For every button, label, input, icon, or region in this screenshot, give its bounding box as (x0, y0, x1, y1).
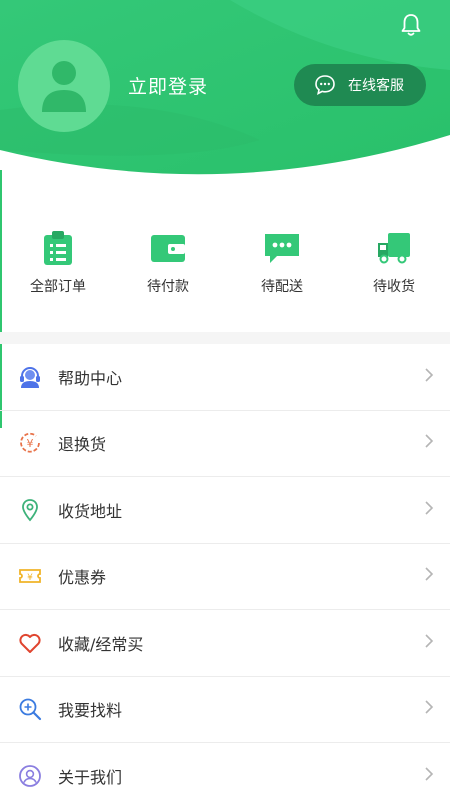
zoom-search-icon (18, 697, 42, 721)
chevron-right-icon (424, 433, 434, 453)
online-service-button[interactable]: 在线客服 (294, 64, 426, 106)
user-circle-icon (18, 764, 42, 788)
default-user-icon (42, 61, 86, 112)
chevron-right-icon (424, 500, 434, 520)
wallet-icon (148, 228, 188, 268)
chevron-right-icon (424, 566, 434, 586)
menu-item-label: 优惠券 (58, 568, 107, 588)
chevron-right-icon (424, 367, 434, 387)
chevron-right-icon (424, 766, 434, 786)
avatar[interactable] (18, 40, 110, 132)
login-link[interactable]: 立即登录 (128, 72, 208, 99)
heart-icon (18, 631, 42, 655)
order-all-label: 全部订单 (30, 279, 86, 295)
menu-list: 帮助中心 ¥ 退换货 收货地址 ¥ 优惠券 收藏/经常买 我要找料 关于我们 (0, 344, 450, 800)
menu-item-find-materials[interactable]: 我要找料 (0, 677, 450, 743)
section-divider (0, 332, 450, 344)
location-pin-icon (18, 498, 42, 522)
truck-icon (374, 228, 414, 268)
order-pending-receipt-label: 待收货 (373, 279, 415, 295)
svg-text:¥: ¥ (27, 573, 33, 583)
chat-bubble-icon (315, 75, 335, 96)
chat-dots-icon (262, 228, 302, 268)
order-pending-delivery-label: 待配送 (261, 279, 303, 295)
menu-item-shipping-address[interactable]: 收货地址 (0, 477, 450, 544)
menu-item-returns[interactable]: ¥ 退换货 (0, 411, 450, 477)
order-all-button[interactable]: 全部订单 (2, 228, 114, 296)
order-pending-payment-button[interactable]: 待付款 (112, 228, 224, 296)
profile-header: 立即登录 在线客服 (0, 0, 450, 175)
headset-icon (18, 365, 42, 389)
chevron-right-icon (424, 699, 434, 719)
yuan-exchange-icon: ¥ (18, 431, 42, 455)
menu-item-help-center[interactable]: 帮助中心 (0, 344, 450, 411)
order-pending-payment-label: 待付款 (147, 279, 189, 295)
menu-item-label: 退换货 (58, 435, 107, 455)
menu-item-about-us[interactable]: 关于我们 (0, 743, 450, 800)
online-service-label: 在线客服 (348, 78, 404, 94)
coupon-icon: ¥ (18, 564, 42, 588)
order-shortcuts: 全部订单 待付款 待配送 待收货 (0, 228, 450, 308)
menu-item-coupons[interactable]: ¥ 优惠券 (0, 544, 450, 610)
menu-item-label: 收货地址 (58, 501, 123, 521)
svg-text:¥: ¥ (27, 437, 34, 450)
order-pending-receipt-button[interactable]: 待收货 (338, 228, 450, 296)
clipboard-icon (38, 228, 78, 268)
notification-bell-icon[interactable] (398, 12, 424, 38)
menu-item-favorites[interactable]: 收藏/经常买 (0, 610, 450, 677)
menu-item-label: 我要找料 (58, 701, 123, 721)
menu-item-label: 帮助中心 (58, 368, 123, 388)
chevron-right-icon (424, 633, 434, 653)
menu-item-label: 关于我们 (58, 767, 123, 787)
order-pending-delivery-button[interactable]: 待配送 (226, 228, 338, 296)
menu-item-label: 收藏/经常买 (58, 634, 144, 654)
